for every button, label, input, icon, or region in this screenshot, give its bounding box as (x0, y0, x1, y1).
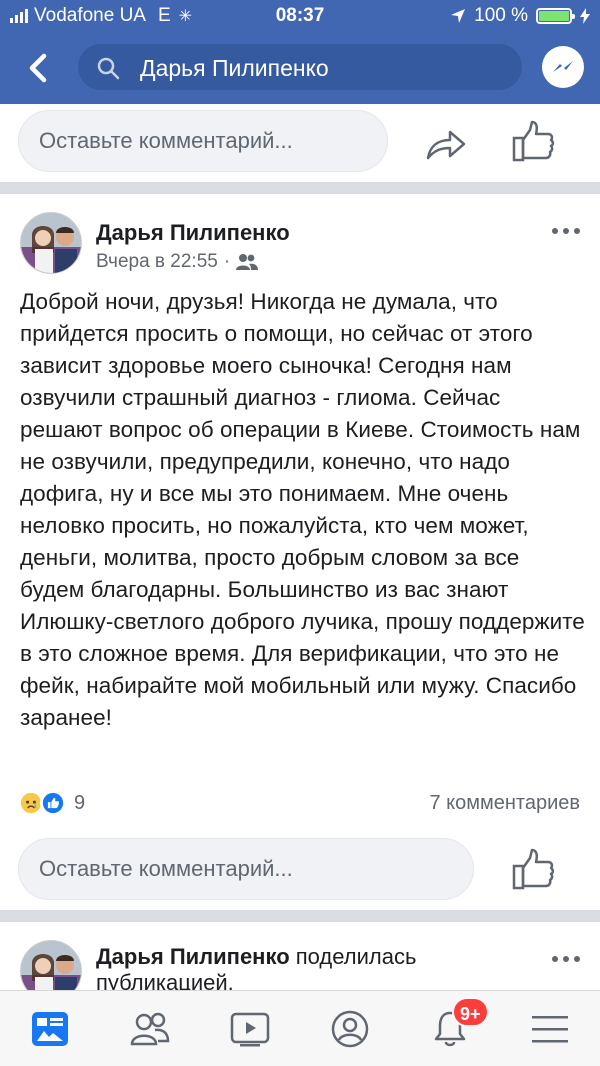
tab-friends[interactable] (120, 1001, 180, 1057)
tab-profile[interactable] (320, 1001, 380, 1057)
share-icon (426, 130, 466, 160)
news-feed-icon (32, 1012, 68, 1046)
more-icon (552, 956, 558, 962)
more-icon (552, 228, 558, 234)
status-bar: Vodafone UA E ✳ 08:37 100 % (0, 0, 600, 34)
avatar[interactable] (20, 212, 82, 274)
tab-news-feed[interactable] (20, 1001, 80, 1057)
shared-action: поделилась (295, 944, 417, 969)
comment-bar-top: Оставьте комментарий... (0, 104, 600, 174)
chevron-left-icon (29, 53, 47, 83)
profile-icon (331, 1010, 369, 1048)
feed-separator (0, 910, 600, 922)
friends-audience-icon (236, 254, 259, 270)
shared-post-header: Дарья Пилипенко поделилась публикацией. (96, 944, 416, 996)
comment-bar-bottom: Оставьте комментарий... (0, 832, 600, 902)
post-timestamp[interactable]: Вчера в 22:55 (96, 251, 218, 273)
charging-icon (580, 8, 590, 24)
post-text: Доброй ночи, друзья! Никогда не думала, … (20, 289, 585, 730)
search-icon (97, 57, 120, 80)
messenger-button[interactable] (542, 46, 584, 88)
comment-input-bottom[interactable]: Оставьте комментарий... (18, 838, 474, 900)
battery-percent: 100 % (474, 5, 528, 26)
back-button[interactable] (18, 46, 58, 90)
like-button-bottom[interactable] (510, 846, 558, 894)
friends-icon (130, 1012, 170, 1046)
meta-separator: · (223, 251, 231, 272)
nav-bar: Дарья Пилипенко (0, 40, 600, 96)
comment-input-top[interactable]: Оставьте комментарий... (18, 110, 388, 172)
comment-placeholder: Оставьте комментарий... (39, 856, 293, 881)
feed-separator (0, 182, 600, 194)
avatar-photo (21, 213, 81, 273)
comments-count[interactable]: 7 комментариев (429, 792, 580, 815)
comment-placeholder: Оставьте комментарий... (39, 128, 293, 153)
search-value: Дарья Пилипенко (140, 55, 329, 81)
reactions-count: 9 (74, 791, 86, 814)
location-arrow-icon (451, 9, 466, 23)
menu-icon (532, 1016, 568, 1043)
reactions-summary[interactable]: 9 (18, 790, 85, 816)
thumbs-up-icon (512, 848, 555, 890)
post-options-button[interactable] (552, 228, 580, 238)
notifications-badge: 9+ (452, 997, 489, 1027)
like-reaction-icon (40, 790, 66, 816)
post-options-button[interactable] (552, 956, 580, 966)
post-meta: Вчера в 22:55 · (96, 251, 259, 273)
tab-bar: 9+ (0, 990, 600, 1066)
share-button[interactable] (422, 120, 470, 168)
post-author[interactable]: Дарья Пилипенко (96, 220, 290, 246)
shared-post-author[interactable]: Дарья Пилипенко (96, 944, 290, 969)
tab-notifications[interactable]: 9+ (420, 997, 489, 1057)
messenger-icon (553, 61, 573, 72)
thumbs-up-icon (512, 120, 555, 162)
like-button-top[interactable] (510, 118, 558, 166)
tab-watch[interactable] (220, 1001, 280, 1057)
battery-icon (536, 8, 575, 24)
search-input[interactable]: Дарья Пилипенко (78, 44, 522, 90)
tab-menu[interactable] (520, 1001, 580, 1057)
top-bar: Vodafone UA E ✳ 08:37 100 % Дарья Пилипе… (0, 0, 600, 104)
video-icon (230, 1012, 270, 1047)
status-right: 100 % (450, 5, 590, 27)
